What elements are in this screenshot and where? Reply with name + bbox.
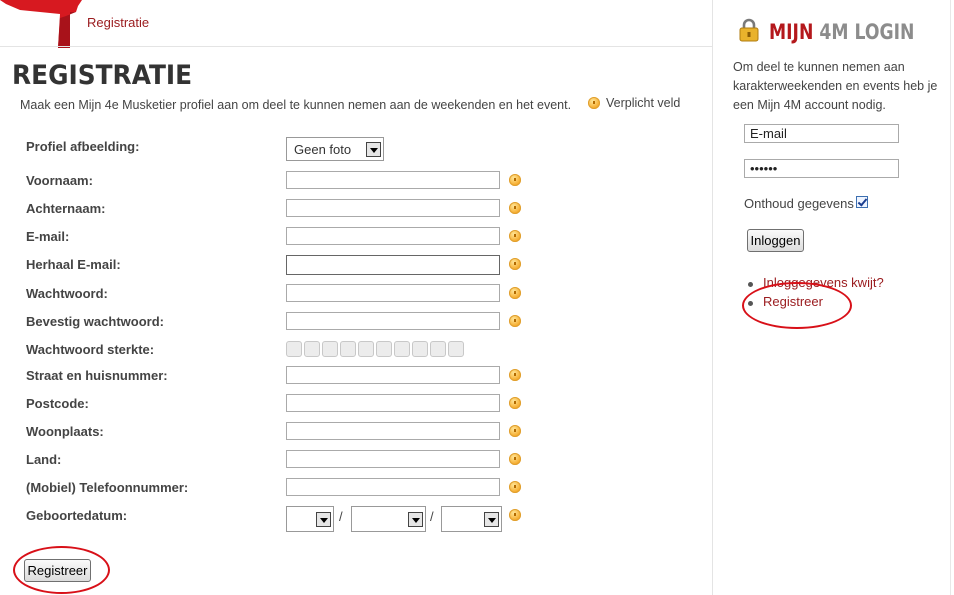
remember-label: Onthoud gegevens xyxy=(744,196,854,211)
required-field-icon xyxy=(509,369,521,381)
red-cross-logo-icon xyxy=(0,0,82,48)
page-title: REGISTRATIE xyxy=(12,60,193,91)
password-strength-meter xyxy=(286,341,466,357)
remember-checkbox[interactable] xyxy=(856,196,868,208)
phone-label: (Mobiel) Telefoonnummer: xyxy=(26,480,189,495)
birthdate-day-select[interactable] xyxy=(286,506,334,532)
date-separator: / xyxy=(430,509,434,524)
profile-image-value: Geen foto xyxy=(294,142,352,157)
strength-segment xyxy=(304,341,320,357)
required-field-icon xyxy=(588,97,600,109)
strength-segment xyxy=(394,341,410,357)
password-strength-label: Wachtwoord sterkte: xyxy=(26,342,155,357)
confirm-password-label: Bevestig wachtwoord: xyxy=(26,314,164,329)
required-field-icon xyxy=(509,202,521,214)
annotation-circle xyxy=(13,546,110,594)
intro-text: Maak een Mijn 4e Musketier profiel aan o… xyxy=(20,98,572,112)
strength-segment xyxy=(358,341,374,357)
form-row-voornaam: Voornaam: xyxy=(26,171,546,191)
required-note: Verplicht veld xyxy=(588,96,680,110)
profile-image-label: Profiel afbeelding: xyxy=(26,139,140,154)
login-button[interactable]: Inloggen xyxy=(747,229,804,252)
form-row-repeat-email: Herhaal E-mail: xyxy=(26,255,546,275)
required-field-icon xyxy=(509,287,521,299)
postcode-label: Postcode: xyxy=(26,396,89,411)
chevron-down-icon[interactable] xyxy=(408,512,423,527)
date-separator: / xyxy=(339,509,343,524)
login-password-input[interactable] xyxy=(744,159,899,178)
chevron-down-icon[interactable] xyxy=(316,512,331,527)
required-field-icon xyxy=(509,315,521,327)
required-field-icon xyxy=(509,258,521,270)
email-input[interactable] xyxy=(286,227,500,245)
chevron-down-icon[interactable] xyxy=(366,142,381,157)
city-input[interactable] xyxy=(286,422,500,440)
password-input[interactable] xyxy=(286,284,500,302)
required-field-icon xyxy=(509,425,521,437)
repeat-email-label: Herhaal E-mail: xyxy=(26,257,121,272)
sidebar-title-login: 4M LOGIN xyxy=(819,20,915,44)
achternaam-input[interactable] xyxy=(286,199,500,217)
phone-input[interactable] xyxy=(286,478,500,496)
breadcrumb-registratie[interactable]: Registratie xyxy=(87,15,149,30)
form-row-city: Woonplaats: xyxy=(26,422,546,442)
header-divider xyxy=(0,46,712,47)
form-row-confirm-password: Bevestig wachtwoord: xyxy=(26,312,546,332)
sidebar-title-mijn: MIJN xyxy=(769,20,814,44)
sidebar-edge-line xyxy=(950,0,951,595)
profile-image-select[interactable]: Geen foto xyxy=(286,137,384,161)
country-input[interactable] xyxy=(286,450,500,468)
sidebar-title: MIJN 4M LOGIN xyxy=(769,20,914,44)
voornaam-input[interactable] xyxy=(286,171,500,189)
strength-segment xyxy=(340,341,356,357)
login-sidebar: MIJN 4M LOGIN Om deel te kunnen nemen aa… xyxy=(712,0,954,595)
street-input[interactable] xyxy=(286,366,500,384)
strength-segment xyxy=(448,341,464,357)
required-field-icon xyxy=(509,230,521,242)
city-label: Woonplaats: xyxy=(26,424,104,439)
required-field-icon xyxy=(509,509,521,521)
form-row-achternaam: Achternaam: xyxy=(26,199,546,219)
required-note-text: Verplicht veld xyxy=(606,96,681,110)
birthdate-label: Geboortedatum: xyxy=(26,508,128,523)
strength-segment xyxy=(376,341,392,357)
form-row-phone: (Mobiel) Telefoonnummer: xyxy=(26,478,546,498)
form-row-password: Wachtwoord: xyxy=(26,284,546,304)
voornaam-label: Voornaam: xyxy=(26,173,93,188)
postcode-input[interactable] xyxy=(286,394,500,412)
achternaam-label: Achternaam: xyxy=(26,201,106,216)
required-field-icon xyxy=(509,397,521,409)
login-email-input[interactable] xyxy=(744,124,899,143)
lock-icon xyxy=(739,18,759,42)
annotation-circle xyxy=(742,282,852,329)
confirm-password-input[interactable] xyxy=(286,312,500,330)
birthdate-year-select[interactable] xyxy=(441,506,502,532)
form-row-country: Land: xyxy=(26,450,546,470)
strength-segment xyxy=(430,341,446,357)
strength-segment xyxy=(286,341,302,357)
password-label: Wachtwoord: xyxy=(26,286,108,301)
birthdate-month-select[interactable] xyxy=(351,506,426,532)
strength-segment xyxy=(322,341,338,357)
sidebar-intro: Om deel te kunnen nemen aan karakterweek… xyxy=(733,60,938,112)
country-label: Land: xyxy=(26,452,62,467)
street-label: Straat en huisnummer: xyxy=(26,368,168,383)
form-row-email: E-mail: xyxy=(26,227,546,247)
repeat-email-input[interactable] xyxy=(286,255,500,275)
required-field-icon xyxy=(509,481,521,493)
required-field-icon xyxy=(509,174,521,186)
form-row-street: Straat en huisnummer: xyxy=(26,366,546,386)
strength-segment xyxy=(412,341,428,357)
registration-main: Registratie REGISTRATIE Maak een Mijn 4e… xyxy=(0,0,712,595)
form-row-postcode: Postcode: xyxy=(26,394,546,414)
chevron-down-icon[interactable] xyxy=(484,512,499,527)
required-field-icon xyxy=(509,453,521,465)
email-label: E-mail: xyxy=(26,229,70,244)
